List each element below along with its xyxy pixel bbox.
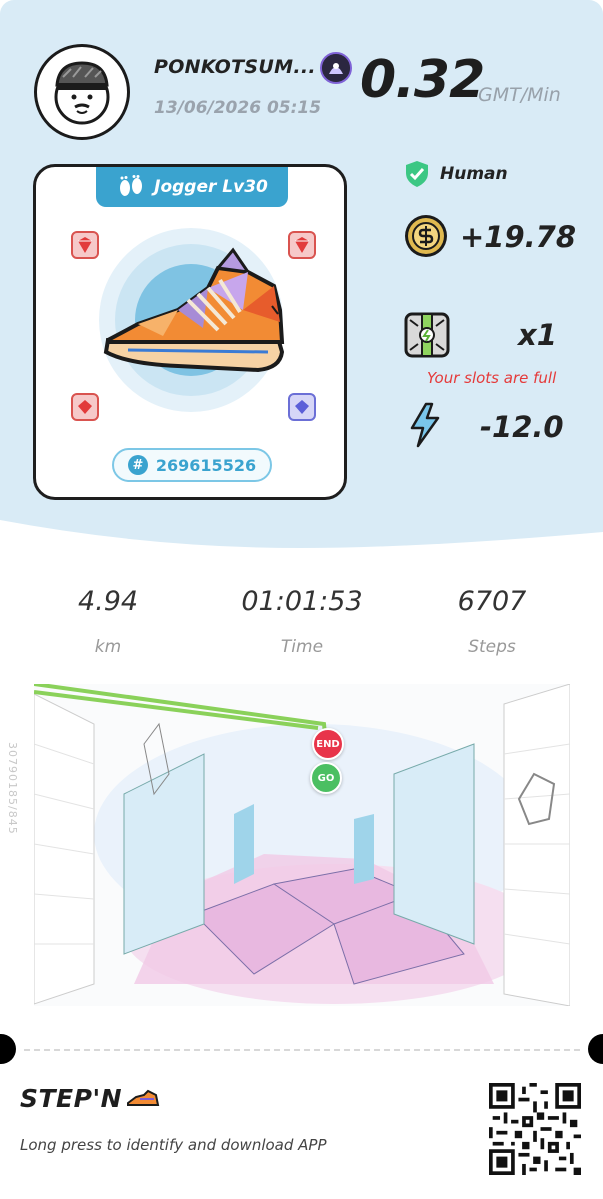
mystery-box-icon[interactable] [404,312,450,358]
energy-bolt-icon [410,402,440,448]
gst-coin-icon [405,215,447,257]
time-stat: 01:01:53 Time [212,586,392,657]
distance-unit: km [94,637,122,657]
end-pin[interactable]: END [312,728,344,760]
avatar-face-icon [54,61,110,125]
steps-stat: 6707 Steps [402,586,582,657]
earning-rate-value: 0.32 [360,50,485,110]
header-section: PONKOTSUM... 13/06/2026 05:15 0.32 GMT/M… [0,0,603,560]
user-badge-icon [320,52,352,84]
steps-value: 6707 [457,586,527,617]
hash-icon: # [127,455,148,475]
download-instruction: Long press to identify and download APP [20,1136,327,1154]
sneaker-type-label: Jogger Lv30 [154,177,268,197]
distance-stat: 4.94 km [18,586,198,657]
human-verified-row: Human [404,160,508,188]
city-illustration [34,684,570,1006]
logo-sneaker-icon [127,1089,160,1106]
avatar[interactable] [34,44,130,140]
share-card: PONKOTSUM... 13/06/2026 05:15 0.32 GMT/M… [0,0,603,1199]
mystery-box-count: x1 [518,318,557,352]
download-qr-code[interactable] [489,1083,581,1175]
time-label: Time [280,637,324,657]
slots-full-warning: Your slots are full [427,369,557,387]
ticket-notch-right [588,1034,603,1064]
distance-value: 4.94 [77,586,139,617]
gst-earned: +19.78 [460,220,577,254]
username: PONKOTSUM... [154,56,316,78]
sneaker-id: 269615526 [155,455,257,475]
energy-spent: -12.0 [480,410,564,444]
sneaker-id-pill[interactable]: # 269615526 [112,448,272,482]
logo-text: STEP'N [20,1084,123,1113]
time-value: 01:01:53 [241,586,363,617]
human-label: Human [440,164,508,184]
earning-rate-unit: GMT/Min [478,84,561,106]
sneaker-type-tab: Jogger Lv30 [96,167,288,207]
route-map[interactable]: END GO [34,684,570,1006]
side-serial-code: 30790185/845 [6,742,19,835]
shield-check-icon [406,161,428,187]
stepn-logo: STEP'N [20,1084,160,1113]
steps-label: Steps [468,637,516,657]
go-pin[interactable]: GO [310,762,342,794]
sneaker-image [99,228,285,412]
ticket-notch-left [0,1034,16,1064]
footprints-icon [120,175,143,196]
workout-datetime: 13/06/2026 05:15 [154,98,322,118]
dashed-divider [24,1049,580,1051]
